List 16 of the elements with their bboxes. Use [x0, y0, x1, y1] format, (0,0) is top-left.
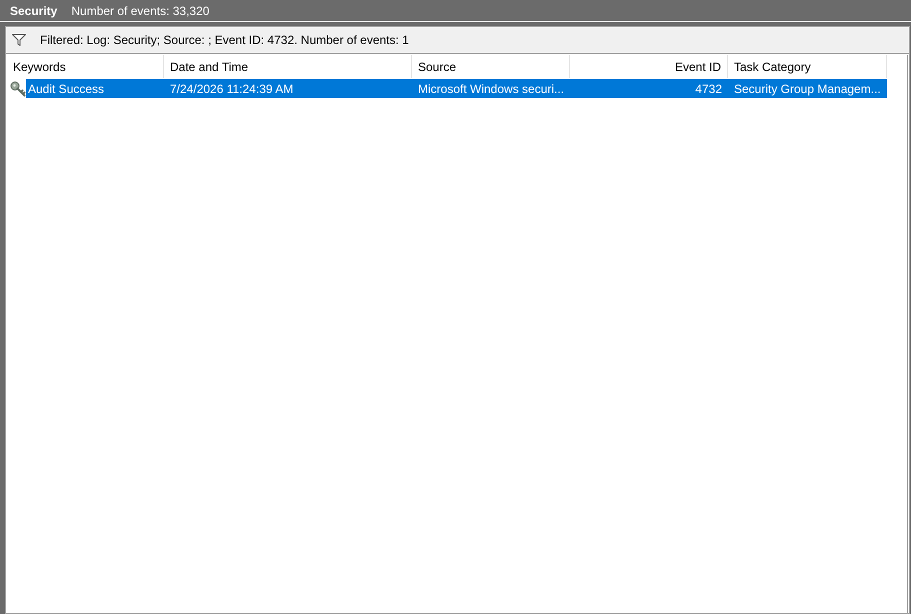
column-header[interactable]: Task Category — [728, 55, 887, 78]
filter-icon — [12, 34, 26, 46]
filter-description: Filtered: Log: Security; Source: ; Event ID: 4732. Number of events: 1 — [40, 32, 409, 49]
log-title: Security — [10, 2, 58, 20]
key-icon — [10, 80, 26, 96]
table-cell-text: Microsoft Windows securi... — [417, 80, 566, 98]
table-cell-text: 7/24/2026 11:24:39 AM — [169, 80, 294, 98]
event-count: Number of events: 33,320 — [71, 2, 210, 20]
column-header[interactable]: Keywords — [7, 55, 164, 78]
table-cell: Audit Success — [26, 79, 164, 98]
column-header[interactable]: Date and Time — [164, 55, 412, 78]
column-header[interactable]: Event ID — [570, 55, 728, 78]
event-row[interactable]: Audit Success 7/24/2026 11:24:39 AM Microsoft Windows securi... 4732 Security Group Managem... — [7, 79, 907, 98]
column-header[interactable]: Source — [412, 55, 570, 78]
table-cell-text: 4732 — [694, 80, 723, 98]
table-cell-text: Security Group Managem... — [733, 80, 882, 98]
